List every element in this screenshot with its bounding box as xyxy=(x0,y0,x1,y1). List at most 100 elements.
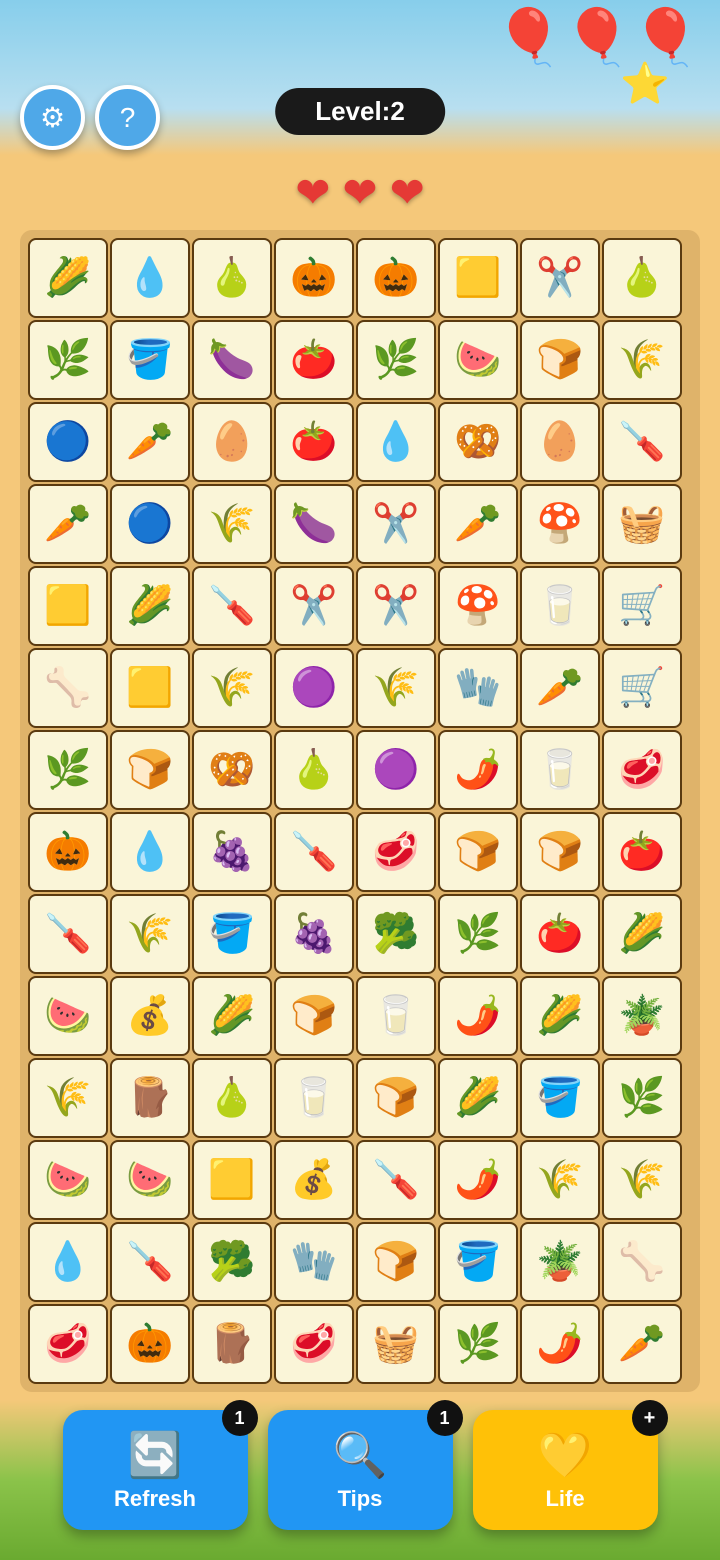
tile[interactable]: 🍇 xyxy=(274,894,354,974)
tile[interactable]: 💰 xyxy=(274,1140,354,1220)
tile[interactable]: 🥕 xyxy=(602,1304,682,1384)
tile[interactable]: 🍞 xyxy=(274,976,354,1056)
tile[interactable]: 🎃 xyxy=(274,238,354,318)
tile[interactable]: 🌾 xyxy=(28,1058,108,1138)
tile[interactable]: 🍆 xyxy=(274,484,354,564)
tile[interactable]: 🌾 xyxy=(192,648,272,728)
tile[interactable]: 🌿 xyxy=(438,894,518,974)
tile[interactable]: 🌾 xyxy=(520,1140,600,1220)
tips-button[interactable]: 1 🔍 Tips xyxy=(268,1410,453,1530)
tile[interactable]: 💧 xyxy=(110,238,190,318)
tile[interactable]: 🍅 xyxy=(602,812,682,892)
tile[interactable]: 🎃 xyxy=(356,238,436,318)
tile[interactable]: 🍅 xyxy=(520,894,600,974)
tile[interactable]: 🥦 xyxy=(192,1222,272,1302)
tile[interactable]: 🍐 xyxy=(192,1058,272,1138)
tile[interactable]: 🍞 xyxy=(520,320,600,400)
tile[interactable]: 🍞 xyxy=(438,812,518,892)
tile[interactable]: 🟨 xyxy=(438,238,518,318)
tile[interactable]: 🥩 xyxy=(356,812,436,892)
tile[interactable]: 💧 xyxy=(110,812,190,892)
tile[interactable]: 💧 xyxy=(28,1222,108,1302)
tile[interactable]: 🌶️ xyxy=(520,1304,600,1384)
tile[interactable]: 🌾 xyxy=(602,1140,682,1220)
tile[interactable]: 🌿 xyxy=(602,1058,682,1138)
tile[interactable]: 🦴 xyxy=(28,648,108,728)
tile[interactable]: 🍞 xyxy=(110,730,190,810)
tile[interactable]: 🧤 xyxy=(274,1222,354,1302)
tile[interactable]: 💧 xyxy=(356,402,436,482)
tile[interactable]: ✂️ xyxy=(356,484,436,564)
tile[interactable]: 🥦 xyxy=(356,894,436,974)
tile[interactable]: 🥕 xyxy=(438,484,518,564)
tile[interactable]: 🟨 xyxy=(192,1140,272,1220)
tile[interactable]: 🪴 xyxy=(602,976,682,1056)
tile[interactable]: 🥕 xyxy=(28,484,108,564)
tile[interactable]: 🥩 xyxy=(602,730,682,810)
tile[interactable]: 🌶️ xyxy=(438,976,518,1056)
tile[interactable]: 🎃 xyxy=(110,1304,190,1384)
tile[interactable]: 🍉 xyxy=(110,1140,190,1220)
tile[interactable]: 🌽 xyxy=(602,894,682,974)
tile[interactable]: ✂️ xyxy=(520,238,600,318)
tile[interactable]: 🥩 xyxy=(28,1304,108,1384)
tile[interactable]: 🛒 xyxy=(602,566,682,646)
refresh-button[interactable]: 1 🔄 Refresh xyxy=(63,1410,248,1530)
tile[interactable]: 🪛 xyxy=(192,566,272,646)
tile[interactable]: 🌶️ xyxy=(438,1140,518,1220)
tile[interactable]: 🪛 xyxy=(602,402,682,482)
tile[interactable]: 🍉 xyxy=(28,976,108,1056)
tile[interactable]: 🌾 xyxy=(602,320,682,400)
tile[interactable]: 🌽 xyxy=(520,976,600,1056)
tile[interactable]: 🪵 xyxy=(110,1058,190,1138)
tile[interactable]: 🌽 xyxy=(438,1058,518,1138)
tile[interactable]: 🟣 xyxy=(356,730,436,810)
tile[interactable]: 🌽 xyxy=(110,566,190,646)
tile[interactable]: 💰 xyxy=(110,976,190,1056)
life-button[interactable]: + 💛 Life xyxy=(473,1410,658,1530)
tile[interactable]: 🟣 xyxy=(274,648,354,728)
tile[interactable]: 🍐 xyxy=(602,238,682,318)
tile[interactable]: 🌿 xyxy=(438,1304,518,1384)
tile[interactable]: 🦴 xyxy=(602,1222,682,1302)
tile[interactable]: 🍉 xyxy=(28,1140,108,1220)
tile[interactable]: 🌽 xyxy=(192,976,272,1056)
tile[interactable]: 🍐 xyxy=(274,730,354,810)
tile[interactable]: 🧤 xyxy=(438,648,518,728)
tile[interactable]: 🥩 xyxy=(274,1304,354,1384)
tile[interactable]: ✂️ xyxy=(356,566,436,646)
tile[interactable]: 🍇 xyxy=(192,812,272,892)
tile[interactable]: 🟨 xyxy=(110,648,190,728)
tile[interactable]: 🌿 xyxy=(356,320,436,400)
tile[interactable]: 🪴 xyxy=(520,1222,600,1302)
tile[interactable]: 🍞 xyxy=(356,1222,436,1302)
tile[interactable]: 🟨 xyxy=(28,566,108,646)
tile[interactable]: 🪛 xyxy=(356,1140,436,1220)
tile[interactable]: 🥨 xyxy=(438,402,518,482)
tile[interactable]: 🍄 xyxy=(438,566,518,646)
tile[interactable]: 🌿 xyxy=(28,320,108,400)
tile[interactable]: 🪛 xyxy=(274,812,354,892)
tile[interactable]: 🥕 xyxy=(520,648,600,728)
tile[interactable]: 🪣 xyxy=(520,1058,600,1138)
tile[interactable]: 🌾 xyxy=(110,894,190,974)
tile[interactable]: 🔵 xyxy=(28,402,108,482)
tile[interactable]: 🎃 xyxy=(28,812,108,892)
tile[interactable]: 🧺 xyxy=(602,484,682,564)
tile[interactable]: 🔵 xyxy=(110,484,190,564)
tile[interactable]: 🍅 xyxy=(274,320,354,400)
tile[interactable]: ✂️ xyxy=(274,566,354,646)
help-button[interactable]: ? xyxy=(95,85,160,150)
tile[interactable]: 🍆 xyxy=(192,320,272,400)
tile[interactable]: 🥨 xyxy=(192,730,272,810)
tile[interactable]: 🪣 xyxy=(192,894,272,974)
tile[interactable]: 🥚 xyxy=(192,402,272,482)
tile[interactable]: 🪣 xyxy=(438,1222,518,1302)
tile[interactable]: 🌶️ xyxy=(438,730,518,810)
settings-button[interactable]: ⚙ xyxy=(20,85,85,150)
tile[interactable]: 🥛 xyxy=(520,566,600,646)
tile[interactable]: 🥚 xyxy=(520,402,600,482)
tile[interactable]: 🥛 xyxy=(274,1058,354,1138)
tile[interactable]: 🌾 xyxy=(192,484,272,564)
tile[interactable]: 🍄 xyxy=(520,484,600,564)
